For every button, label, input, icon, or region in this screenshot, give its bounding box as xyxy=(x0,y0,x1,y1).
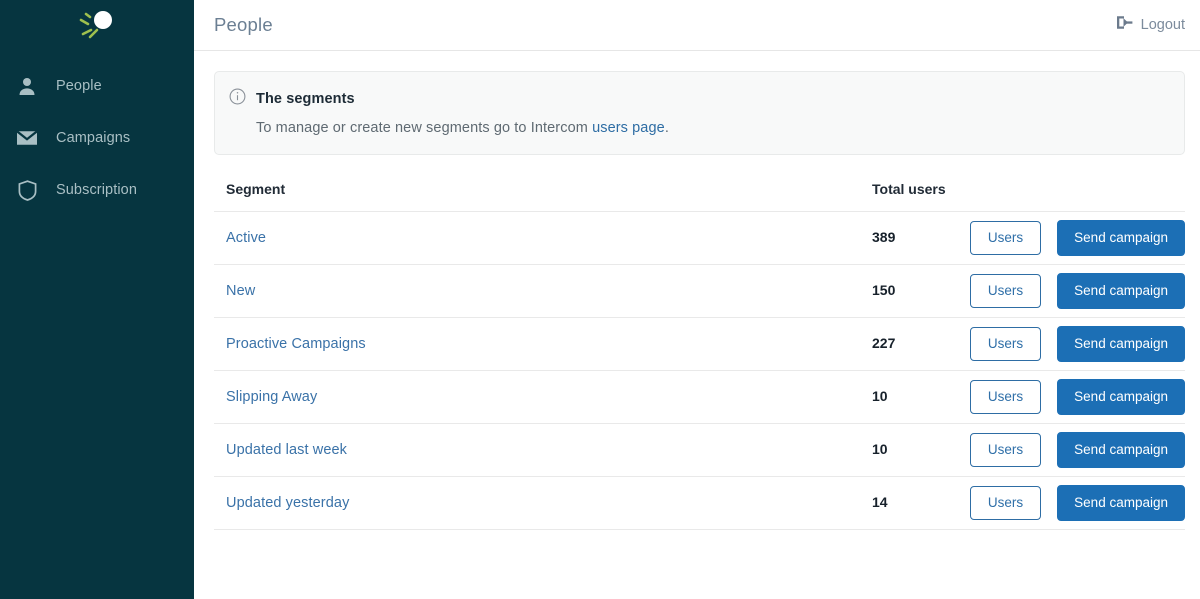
cell-segment: New xyxy=(214,264,860,318)
table-row: Updated last week 10 Users Send campaign xyxy=(214,423,1185,477)
segments-table-body: Active 389 Users Send campaign New 150 Users Se… xyxy=(214,211,1185,530)
row-actions: Users Send campaign xyxy=(969,326,1185,362)
info-banner-title: The segments xyxy=(256,91,355,107)
page-title: People xyxy=(214,14,273,35)
cell-actions: Users Send campaign xyxy=(960,423,1185,477)
sidebar-item-label: Campaigns xyxy=(56,130,131,146)
cell-actions: Users Send campaign xyxy=(960,264,1185,318)
cell-segment: Updated last week xyxy=(214,423,860,477)
sidebar-item-label: Subscription xyxy=(56,182,137,198)
cell-actions: Users Send campaign xyxy=(960,476,1185,530)
sidebar-item-subscription[interactable]: Subscription xyxy=(0,164,194,216)
table-row: Active 389 Users Send campaign xyxy=(214,211,1185,265)
total-users-value: 227 xyxy=(872,335,896,351)
send-campaign-button[interactable]: Send campaign xyxy=(1057,485,1185,521)
segments-table: Segment Total users Active 389 Users Send c… xyxy=(214,181,1185,530)
sidebar-item-people[interactable]: People xyxy=(0,60,194,112)
column-header-total-users: Total users xyxy=(860,181,960,212)
cell-total-users: 14 xyxy=(860,476,960,530)
row-actions: Users Send campaign xyxy=(969,485,1185,521)
send-campaign-button[interactable]: Send campaign xyxy=(1057,273,1185,309)
users-page-link[interactable]: users page xyxy=(592,120,665,136)
total-users-value: 10 xyxy=(872,388,888,404)
total-users-value: 14 xyxy=(872,494,888,510)
row-actions: Users Send campaign xyxy=(969,432,1185,468)
cell-segment: Slipping Away xyxy=(214,370,860,424)
users-button[interactable]: Users xyxy=(969,486,1042,520)
column-header-segment: Segment xyxy=(214,181,860,212)
shield-icon xyxy=(14,178,40,202)
total-users-value: 150 xyxy=(872,282,896,298)
sign-out-icon xyxy=(1116,15,1133,35)
sidebar-item-campaigns[interactable]: Campaigns xyxy=(0,112,194,164)
info-banner-body: To manage or create new segments go to I… xyxy=(256,120,1166,136)
row-actions: Users Send campaign xyxy=(969,273,1185,309)
logo[interactable] xyxy=(0,0,194,52)
cell-total-users: 389 xyxy=(860,211,960,265)
info-banner-text-after: . xyxy=(664,120,669,136)
cell-segment: Proactive Campaigns xyxy=(214,317,860,371)
row-actions: Users Send campaign xyxy=(969,220,1185,256)
person-icon xyxy=(14,74,40,98)
send-campaign-button[interactable]: Send campaign xyxy=(1057,379,1185,415)
segment-link[interactable]: Updated yesterday xyxy=(226,495,349,511)
segment-link[interactable]: Slipping Away xyxy=(226,389,317,405)
users-button[interactable]: Users xyxy=(969,274,1042,308)
sidebar-nav: People Campaigns Subscription xyxy=(0,52,194,216)
send-campaign-button[interactable]: Send campaign xyxy=(1057,220,1185,256)
info-banner-head: The segments xyxy=(229,88,1166,110)
info-banner: The segments To manage or create new seg… xyxy=(214,71,1185,155)
cell-segment: Active xyxy=(214,211,860,265)
envelope-icon xyxy=(14,126,40,150)
table-header-row: Segment Total users xyxy=(214,181,1185,212)
segments-table-head: Segment Total users xyxy=(214,181,1185,212)
users-button[interactable]: Users xyxy=(969,433,1042,467)
info-circle-icon xyxy=(229,88,246,110)
app-root: People Campaigns Subscription People Log… xyxy=(0,0,1200,599)
table-row: Slipping Away 10 Users Send campaign xyxy=(214,370,1185,424)
table-row: Proactive Campaigns 227 Users Send campaign xyxy=(214,317,1185,371)
main-area: People Logout The segments To manage or … xyxy=(194,0,1200,599)
segment-link[interactable]: Active xyxy=(226,230,266,246)
comet-logo-icon xyxy=(79,11,112,39)
cell-actions: Users Send campaign xyxy=(960,317,1185,371)
total-users-value: 389 xyxy=(872,229,896,245)
segment-link[interactable]: New xyxy=(226,283,255,299)
send-campaign-button[interactable]: Send campaign xyxy=(1057,326,1185,362)
sidebar: People Campaigns Subscription xyxy=(0,0,194,599)
table-row: New 150 Users Send campaign xyxy=(214,264,1185,318)
users-button[interactable]: Users xyxy=(969,221,1042,255)
column-header-actions xyxy=(960,181,1185,212)
send-campaign-button[interactable]: Send campaign xyxy=(1057,432,1185,468)
cell-total-users: 150 xyxy=(860,264,960,318)
users-button[interactable]: Users xyxy=(969,327,1042,361)
segment-link[interactable]: Updated last week xyxy=(226,442,347,458)
cell-actions: Users Send campaign xyxy=(960,370,1185,424)
users-button[interactable]: Users xyxy=(969,380,1042,414)
cell-segment: Updated yesterday xyxy=(214,476,860,530)
content-area: The segments To manage or create new seg… xyxy=(194,51,1200,599)
cell-total-users: 227 xyxy=(860,317,960,371)
logout-label: Logout xyxy=(1140,17,1185,33)
row-actions: Users Send campaign xyxy=(969,379,1185,415)
info-banner-text-before: To manage or create new segments go to I… xyxy=(256,120,593,136)
total-users-value: 10 xyxy=(872,441,888,457)
logout-button[interactable]: Logout xyxy=(1116,15,1185,35)
sidebar-item-label: People xyxy=(56,78,102,94)
cell-total-users: 10 xyxy=(860,370,960,424)
top-header: People Logout xyxy=(194,0,1200,51)
cell-actions: Users Send campaign xyxy=(960,211,1185,265)
cell-total-users: 10 xyxy=(860,423,960,477)
segment-link[interactable]: Proactive Campaigns xyxy=(226,336,366,352)
table-row: Updated yesterday 14 Users Send campaign xyxy=(214,476,1185,530)
